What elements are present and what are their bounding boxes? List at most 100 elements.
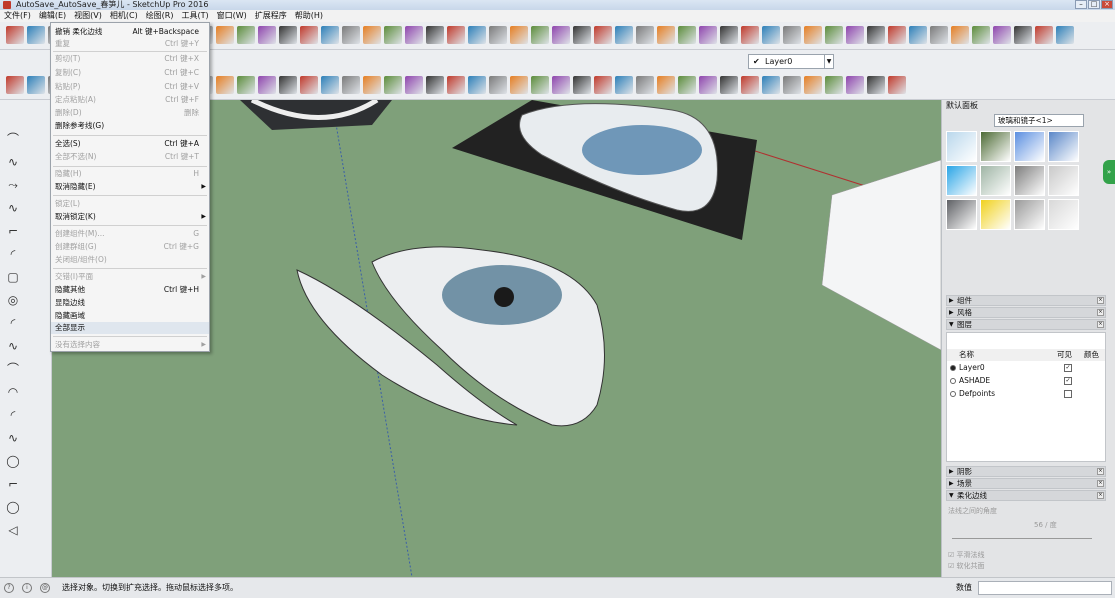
menu-item-undo[interactable]: 撤销 柔化边线 Alt 键+Backspace [51, 26, 209, 38]
tool-icon[interactable] [657, 26, 675, 44]
draw-tool-icon[interactable]: ◯ [6, 454, 20, 468]
menu-item-paste[interactable]: 粘贴(P) Ctrl 键+V [51, 81, 209, 93]
material-swatch[interactable] [1014, 199, 1045, 230]
close-button[interactable]: × [1101, 0, 1113, 9]
panel-soften-edges[interactable]: ▼ 柔化边线 × [946, 490, 1106, 501]
tool-icon[interactable] [594, 26, 612, 44]
tool-icon[interactable] [27, 76, 45, 94]
draw-tool-icon[interactable]: ◁ [6, 523, 20, 537]
tool-icon[interactable] [657, 76, 675, 94]
active-layer-radio[interactable] [950, 365, 956, 371]
tool-icon[interactable] [762, 26, 780, 44]
menu-item-make-group[interactable]: 创建群组(G) Ctrl 键+G [51, 241, 209, 253]
menu-item-no-selection[interactable]: 没有选择内容 ▶ [51, 339, 209, 351]
draw-tool-icon[interactable]: ◜ [6, 408, 20, 422]
menu-tools[interactable]: 工具(T) [178, 10, 213, 22]
tool-icon[interactable] [405, 26, 423, 44]
draw-tool-icon[interactable]: ∿ [6, 431, 20, 445]
tool-icon[interactable] [447, 76, 465, 94]
tool-icon[interactable] [363, 26, 381, 44]
tool-icon[interactable] [531, 76, 549, 94]
menu-item-select-all[interactable]: 全选(S) Ctrl 键+A [51, 138, 209, 150]
menu-item-copy[interactable]: 复制(C) Ctrl 键+C [51, 67, 209, 79]
tool-icon[interactable] [1035, 26, 1053, 44]
tool-icon[interactable] [888, 26, 906, 44]
tool-icon[interactable] [594, 76, 612, 94]
tool-icon[interactable] [300, 76, 318, 94]
tool-icon[interactable] [720, 26, 738, 44]
layer-row[interactable]: ASHADE ✓ [947, 375, 1105, 387]
tool-icon[interactable] [321, 76, 339, 94]
tool-icon[interactable] [804, 26, 822, 44]
tool-icon[interactable] [27, 26, 45, 44]
layer-row[interactable]: Layer0 ✓ [947, 362, 1105, 374]
menu-item-delete[interactable]: 删除(D) 删除 [51, 107, 209, 119]
panel-scenes[interactable]: ▶ 场景 × [946, 478, 1106, 489]
tool-icon[interactable] [342, 26, 360, 44]
menu-item-close-group[interactable]: 关闭组/组件(O) [51, 254, 209, 266]
tool-icon[interactable] [6, 76, 24, 94]
draw-tool-icon[interactable]: ⌐ [6, 477, 20, 491]
tool-icon[interactable] [573, 76, 591, 94]
draw-tool-icon[interactable]: ∿ [6, 339, 20, 353]
tool-icon[interactable] [489, 26, 507, 44]
tool-icon[interactable] [531, 26, 549, 44]
menu-view[interactable]: 视图(V) [70, 10, 106, 22]
user-icon[interactable]: @ [40, 583, 50, 593]
tool-icon[interactable] [384, 76, 402, 94]
active-layer-radio[interactable] [950, 378, 956, 384]
layer-row[interactable]: Defpoints [947, 388, 1105, 400]
tool-icon[interactable] [426, 76, 444, 94]
tool-icon[interactable] [510, 76, 528, 94]
draw-tool-icon[interactable]: ◯ [6, 500, 20, 514]
soften-angle-slider[interactable] [952, 538, 1092, 539]
tool-icon[interactable] [951, 26, 969, 44]
tool-icon[interactable] [321, 26, 339, 44]
close-icon[interactable]: × [1097, 468, 1104, 475]
credits-icon[interactable]: i [22, 583, 32, 593]
menu-item-hide[interactable]: 隐藏(H) H [51, 168, 209, 180]
menu-item-unhide[interactable]: 取消隐藏(E) ▶ [51, 181, 209, 193]
material-swatch[interactable] [946, 131, 977, 162]
panel-components[interactable]: ▶ 组件 × [946, 295, 1106, 306]
draw-tool-icon[interactable]: ⌒ [6, 132, 20, 146]
tool-icon[interactable] [216, 76, 234, 94]
menu-item-show-all[interactable]: 全部显示 [51, 322, 209, 334]
tool-icon[interactable] [636, 76, 654, 94]
menu-item-make-component[interactable]: 创建组件(M)... G [51, 228, 209, 240]
tool-icon[interactable] [258, 26, 276, 44]
panel-layers[interactable]: ▼ 图层 × [946, 319, 1106, 330]
tool-icon[interactable] [615, 76, 633, 94]
close-icon[interactable]: × [1097, 297, 1104, 304]
menu-window[interactable]: 窗口(W) [213, 10, 251, 22]
menu-help[interactable]: 帮助(H) [291, 10, 327, 22]
close-icon[interactable]: × [1097, 480, 1104, 487]
tool-icon[interactable] [1056, 26, 1074, 44]
tool-icon[interactable] [783, 76, 801, 94]
tool-icon[interactable] [342, 76, 360, 94]
close-icon[interactable]: × [1097, 492, 1104, 499]
menu-item-unlock[interactable]: 取消锁定(K) ▶ [51, 211, 209, 223]
tool-icon[interactable] [1014, 26, 1032, 44]
soften-coplanar-checkbox[interactable]: ☑ 软化共面 [948, 561, 985, 571]
menu-extensions[interactable]: 扩展程序 [251, 10, 291, 22]
visible-checkbox[interactable] [1064, 390, 1072, 398]
measurements-input[interactable] [978, 581, 1112, 595]
tool-icon[interactable] [468, 26, 486, 44]
tool-icon[interactable] [678, 26, 696, 44]
tool-icon[interactable] [678, 76, 696, 94]
menu-edit[interactable]: 编辑(E) [35, 10, 70, 22]
material-swatch[interactable] [1014, 131, 1045, 162]
tool-icon[interactable] [405, 76, 423, 94]
smooth-normals-checkbox[interactable]: ☑ 平滑法线 [948, 550, 985, 560]
tool-icon[interactable] [237, 76, 255, 94]
tool-icon[interactable] [447, 26, 465, 44]
tool-icon[interactable] [888, 76, 906, 94]
material-swatch[interactable] [946, 199, 977, 230]
menu-item-intersect-faces[interactable]: 交错(I)平面 ▶ [51, 271, 209, 283]
tool-icon[interactable] [720, 76, 738, 94]
tool-icon[interactable] [825, 26, 843, 44]
menu-file[interactable]: 文件(F) [0, 10, 35, 22]
tool-icon[interactable] [384, 26, 402, 44]
draw-tool-icon[interactable]: ▢ [6, 270, 20, 284]
